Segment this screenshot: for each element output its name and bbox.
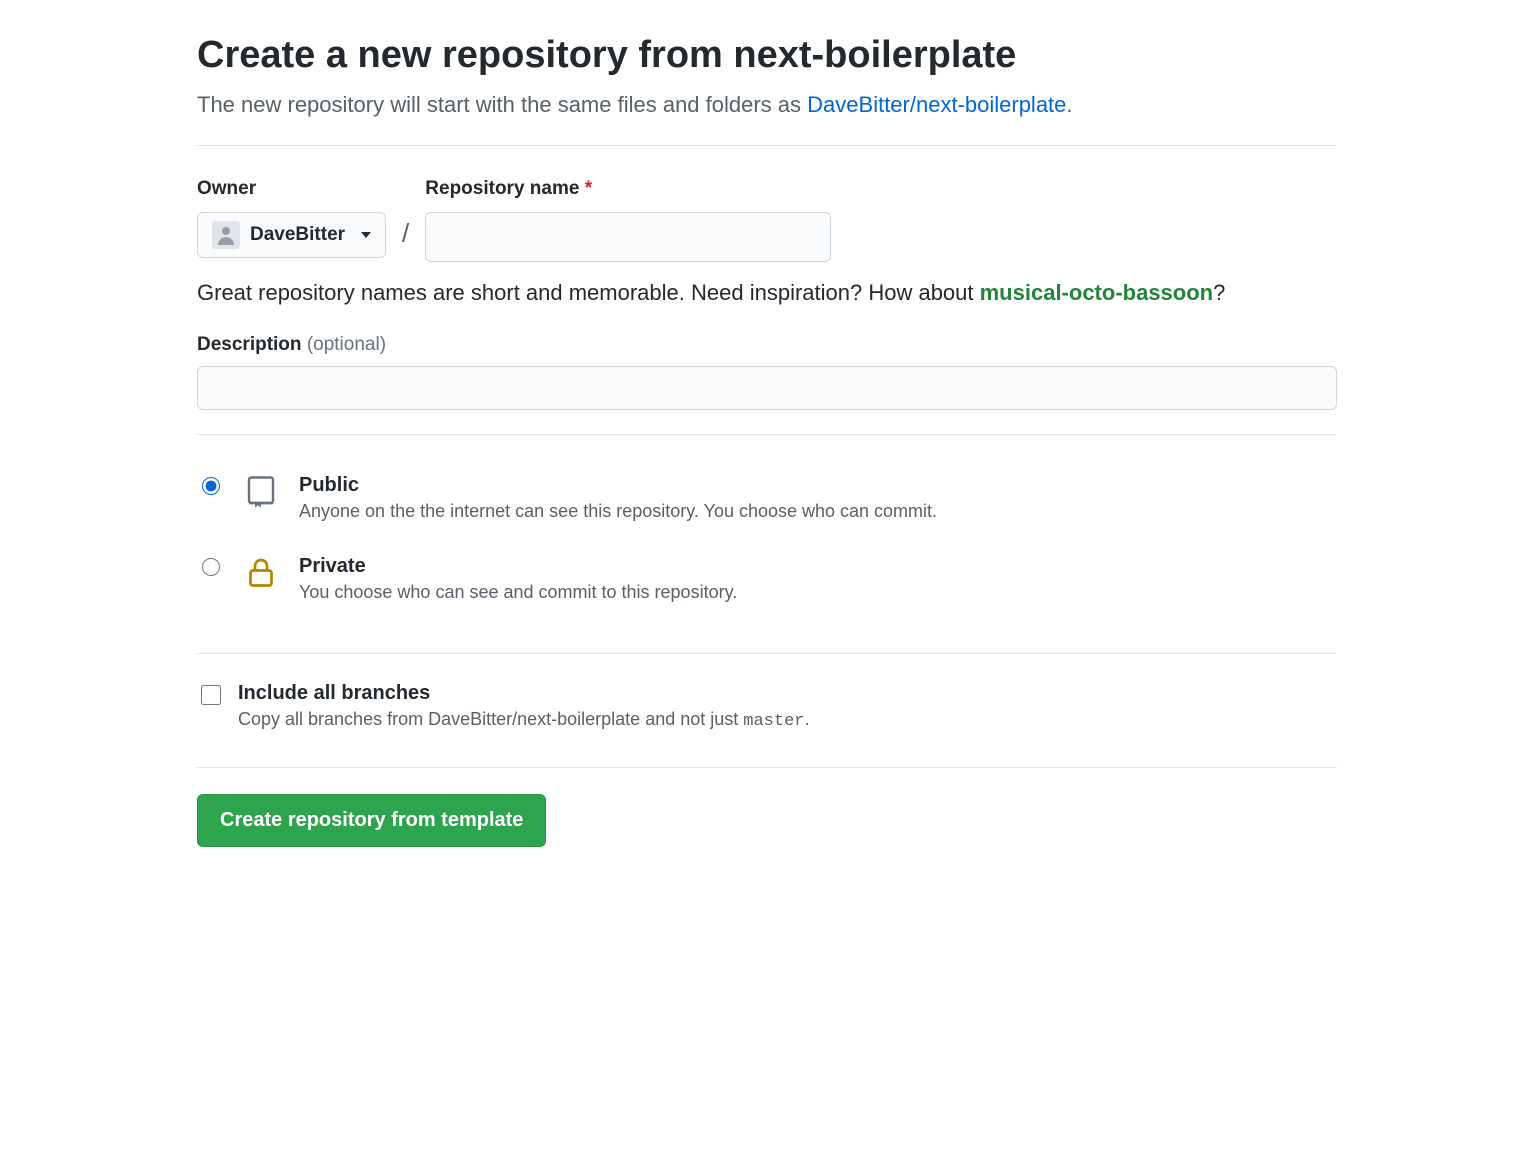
- repo-name-input[interactable]: [425, 212, 831, 263]
- subhead-suffix: .: [1066, 92, 1072, 117]
- repo-name-suggestion[interactable]: musical-octo-bassoon: [980, 280, 1213, 305]
- include-branches-description: Copy all branches from DaveBitter/next-b…: [238, 709, 810, 731]
- owner-repo-separator: /: [402, 178, 409, 249]
- include-branches-option[interactable]: Include all branches Copy all branches f…: [197, 678, 1337, 743]
- owner-select-button[interactable]: DaveBitter: [197, 212, 386, 259]
- avatar: [212, 221, 240, 249]
- public-description: Anyone on the the internet can see this …: [299, 501, 937, 522]
- required-indicator: *: [585, 178, 592, 199]
- lock-icon: [241, 552, 281, 592]
- default-branch-name: master: [743, 712, 804, 731]
- hint-prefix: Great repository names are short and mem…: [197, 280, 980, 305]
- divider: [197, 767, 1337, 768]
- divider: [197, 145, 1337, 146]
- repo-name-label: Repository name *: [425, 178, 831, 200]
- template-repo-link[interactable]: DaveBitter/next-boilerplate: [807, 92, 1066, 117]
- visibility-option-public[interactable]: Public Anyone on the the internet can se…: [197, 463, 1337, 544]
- page-title: Create a new repository from next-boiler…: [197, 32, 1337, 80]
- repo-name-hint: Great repository names are short and mem…: [197, 280, 1337, 306]
- owner-value: DaveBitter: [250, 221, 345, 250]
- hint-suffix: ?: [1213, 280, 1225, 305]
- divider: [197, 653, 1337, 654]
- visibility-option-private[interactable]: Private You choose who can see and commi…: [197, 544, 1337, 625]
- subhead-prefix: The new repository will start with the s…: [197, 92, 807, 117]
- page-subhead: The new repository will start with the s…: [197, 88, 1337, 121]
- description-label: Description (optional): [197, 334, 386, 356]
- description-input[interactable]: [197, 366, 1337, 410]
- optional-indicator: (optional): [307, 334, 386, 355]
- private-radio[interactable]: [202, 558, 220, 576]
- include-branches-title: Include all branches: [238, 682, 810, 705]
- private-description: You choose who can see and commit to thi…: [299, 582, 737, 603]
- public-title: Public: [299, 471, 937, 499]
- repo-icon: [241, 471, 281, 511]
- chevron-down-icon: [361, 232, 371, 238]
- divider: [197, 434, 1337, 435]
- include-branches-checkbox[interactable]: [201, 685, 221, 705]
- public-radio[interactable]: [202, 477, 220, 495]
- private-title: Private: [299, 552, 737, 580]
- create-repository-button[interactable]: Create repository from template: [197, 794, 546, 847]
- owner-label: Owner: [197, 178, 386, 200]
